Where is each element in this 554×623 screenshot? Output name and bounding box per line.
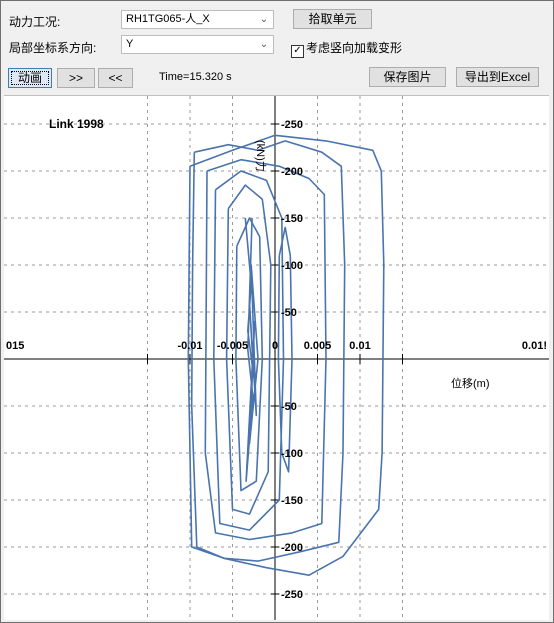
vertical-load-label: 考虑竖向加载变形 xyxy=(306,41,403,55)
y-axis-label: (kN)力 xyxy=(254,140,267,172)
back-button[interactable]: << xyxy=(98,68,133,88)
chevron-down-icon: ⌄ xyxy=(259,39,269,50)
y-tick-label: -50 xyxy=(281,401,297,413)
animate-button[interactable]: 动画 xyxy=(8,68,52,88)
y-tick-label: -250 xyxy=(281,589,303,601)
x-tick-label: 015 xyxy=(6,340,24,352)
y-tick-label: -250 xyxy=(281,119,303,131)
chart-canvas: 015 -0.01 -0.005 0 0.005 0.01 0.01! -250 -200 -15… xyxy=(4,96,549,620)
hysteresis-chart: 015 -0.01 -0.005 0 0.005 0.01 0.01! -250 -200 -15… xyxy=(4,95,549,620)
case-select[interactable]: RH1TG065-人_X ⌄ xyxy=(121,10,274,29)
y-tick-label: -50 xyxy=(281,307,297,319)
direction-label: 局部坐标系方向: xyxy=(9,41,97,55)
chart-title: Link 1998 xyxy=(49,117,104,131)
pick-element-button[interactable]: 拾取单元 xyxy=(293,9,372,29)
case-select-value: RH1TG065-人_X xyxy=(126,13,210,25)
x-tick-label: 0.01! xyxy=(522,340,547,352)
y-tick-label: -150 xyxy=(281,213,303,225)
y-tick-label: -100 xyxy=(281,448,303,460)
x-tick-label: 0.005 xyxy=(304,340,332,352)
y-tick-label: -200 xyxy=(281,166,303,178)
direction-select[interactable]: Y ⌄ xyxy=(121,35,274,54)
y-tick-label: -150 xyxy=(281,495,303,507)
x-tick-label: 0.01 xyxy=(349,340,370,352)
hysteresis-loop-1 xyxy=(187,134,385,576)
y-tick-label: -200 xyxy=(281,542,303,554)
forward-button[interactable]: >> xyxy=(57,68,95,88)
checkmark-icon: ✓ xyxy=(291,45,304,58)
direction-select-value: Y xyxy=(126,38,134,50)
y-tick-label: -100 xyxy=(281,260,303,272)
x-tick-label: -0.005 xyxy=(217,340,248,352)
x-tick-label: 0 xyxy=(272,340,278,352)
time-readout: Time=15.320 s xyxy=(159,71,232,83)
chevron-down-icon: ⌄ xyxy=(259,14,269,25)
case-label: 动力工况: xyxy=(9,15,61,29)
x-axis-label: 位移(m) xyxy=(451,376,490,390)
save-image-button[interactable]: 保存图片 xyxy=(369,67,446,87)
vertical-load-checkbox[interactable]: ✓ 考虑竖向加载变形 xyxy=(291,39,402,58)
export-excel-button[interactable]: 导出到Excel xyxy=(456,67,539,87)
x-tick-label: -0.01 xyxy=(177,340,202,352)
